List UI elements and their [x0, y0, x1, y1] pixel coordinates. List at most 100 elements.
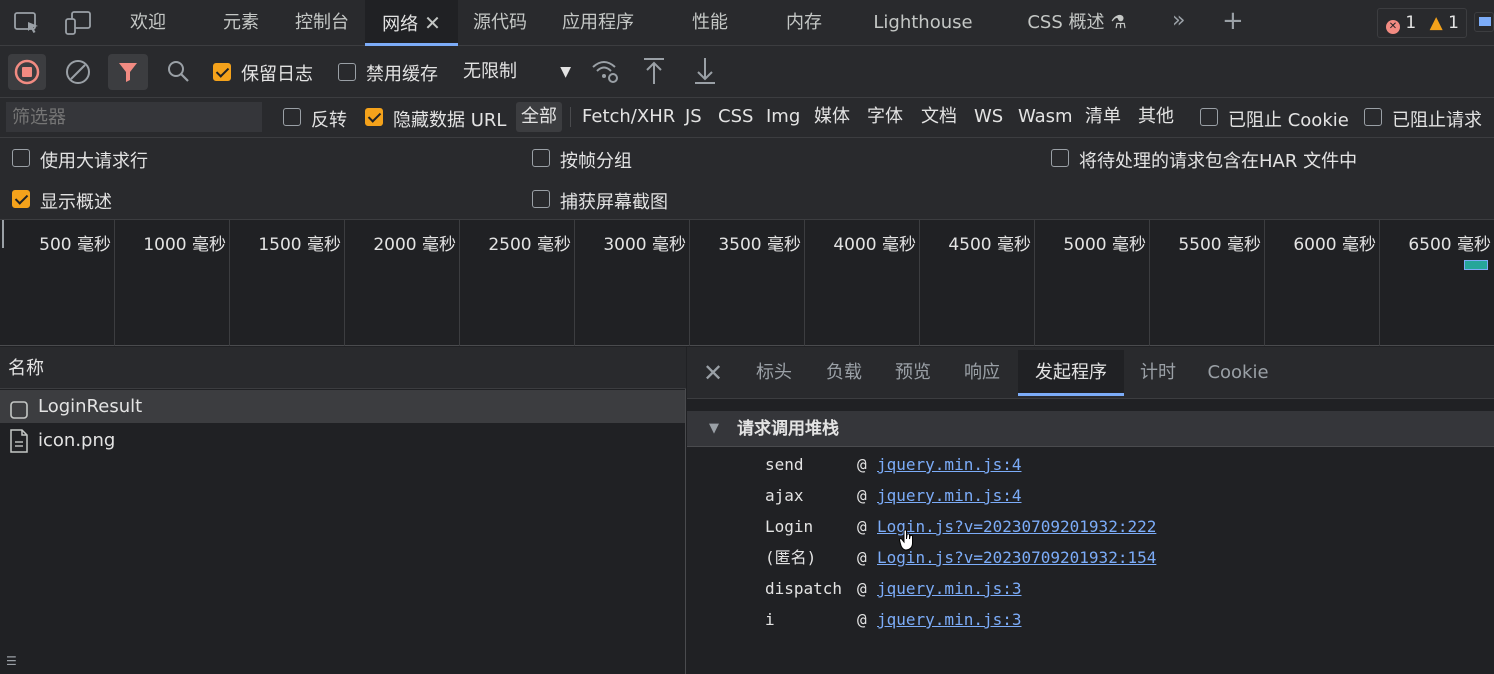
- invert-label: 反转: [311, 110, 347, 131]
- type-filter-wasm[interactable]: Wasm: [1013, 102, 1078, 132]
- blocked-cookies-label: 已阻止 Cookie: [1228, 110, 1349, 131]
- filter-toggle-button[interactable]: [108, 54, 148, 90]
- har-pending-checkbox[interactable]: [1051, 149, 1069, 167]
- type-filter-other[interactable]: 其他: [1133, 102, 1179, 132]
- timeline-tick-label: 3500 毫秒: [718, 235, 801, 255]
- export-har-icon[interactable]: [693, 56, 717, 91]
- stack-frame-source-link[interactable]: jquery.min.js:4: [877, 486, 1022, 505]
- inspect-element-icon[interactable]: [14, 11, 40, 40]
- tab-lighthouse[interactable]: Lighthouse: [866, 0, 980, 46]
- tab-elements[interactable]: 元素: [208, 0, 274, 46]
- stack-frame-source-link[interactable]: Login.js?v=20230709201932:154: [877, 548, 1156, 567]
- preserve-log-checkbox[interactable]: [213, 63, 231, 81]
- tab-memory[interactable]: 内存: [774, 0, 834, 46]
- tab-preview[interactable]: 预览: [886, 350, 940, 396]
- timeline-tick-label: 1000 毫秒: [143, 235, 226, 255]
- type-filter-doc[interactable]: 文档: [916, 102, 962, 132]
- stack-frame-function: dispatch: [765, 579, 843, 598]
- large-rows-checkbox[interactable]: [12, 149, 30, 167]
- type-filter-media[interactable]: 媒体: [809, 102, 855, 132]
- search-icon[interactable]: [166, 59, 190, 88]
- stack-frame: send @ jquery.min.js:4: [765, 449, 1022, 480]
- tab-response[interactable]: 响应: [955, 350, 1009, 396]
- close-tab-icon[interactable]: ✕: [424, 11, 441, 35]
- stack-frame-source-link[interactable]: jquery.min.js:3: [877, 579, 1022, 598]
- type-filter-img[interactable]: Img: [761, 102, 805, 132]
- stack-frame-at: @: [857, 517, 867, 536]
- timeline-overview[interactable]: 500 毫秒 1000 毫秒 1500 毫秒 2000 毫秒 2500 毫秒 3000 毫…: [0, 220, 1494, 346]
- blocked-requests-checkbox[interactable]: [1364, 108, 1382, 126]
- group-by-frame-checkbox[interactable]: [532, 149, 550, 167]
- clear-icon[interactable]: [64, 58, 92, 91]
- stack-frame-function: ajax: [765, 486, 804, 505]
- filter-bar: 反转 隐藏数据 URL 全部 Fetch/XHR JS CSS Img 媒体 字…: [0, 98, 1494, 138]
- disable-cache-checkbox[interactable]: [338, 63, 356, 81]
- device-toolbar-icon[interactable]: [64, 11, 92, 40]
- tab-headers[interactable]: 标头: [747, 350, 801, 396]
- large-rows-label: 使用大请求行: [40, 151, 148, 172]
- tab-application[interactable]: 应用程序: [555, 0, 641, 46]
- tab-timing[interactable]: 计时: [1131, 350, 1185, 396]
- more-tabs-icon[interactable]: »: [1172, 8, 1185, 33]
- tab-css-overview[interactable]: CSS 概述 ⚗: [1014, 0, 1140, 46]
- network-conditions-icon[interactable]: [590, 57, 620, 90]
- stack-frame-source-link[interactable]: jquery.min.js:3: [877, 610, 1022, 629]
- tab-initiator[interactable]: 发起程序: [1018, 350, 1124, 396]
- blocked-cookies-checkbox[interactable]: [1200, 108, 1218, 126]
- timeline-tick-label: 6500 毫秒: [1408, 235, 1491, 255]
- capture-screenshots-checkbox[interactable]: [532, 190, 550, 208]
- column-header-name[interactable]: 名称: [0, 347, 686, 389]
- type-filter-fetch-xhr[interactable]: Fetch/XHR: [577, 102, 680, 132]
- show-overview-checkbox[interactable]: [12, 190, 30, 208]
- type-filter-css[interactable]: CSS: [713, 102, 758, 132]
- type-filter-font[interactable]: 字体: [862, 102, 908, 132]
- tab-css-overview-label: CSS 概述: [1027, 12, 1105, 33]
- hide-data-url-checkbox[interactable]: [365, 108, 383, 126]
- request-name: LoginResult: [38, 396, 143, 417]
- feedback-icon[interactable]: [1474, 12, 1494, 32]
- import-har-icon[interactable]: [642, 56, 666, 91]
- stack-frame-source-link[interactable]: Login.js?v=20230709201932:222: [877, 517, 1156, 536]
- tab-network[interactable]: 网络 ✕: [365, 0, 458, 46]
- tab-cookies[interactable]: Cookie: [1201, 350, 1275, 396]
- record-stop-button[interactable]: [8, 54, 46, 90]
- tab-payload[interactable]: 负载: [817, 350, 871, 396]
- add-tab-icon[interactable]: +: [1222, 6, 1244, 36]
- network-toolbar: 保留日志 禁用缓存 无限制 ▼: [0, 46, 1494, 98]
- timeline-tick-label: 5000 毫秒: [1063, 235, 1146, 255]
- stack-frame-at: @: [857, 486, 867, 505]
- divider: [570, 107, 571, 127]
- type-filter-ws[interactable]: WS: [969, 102, 1008, 132]
- stack-frame: Login @ Login.js?v=20230709201932:222: [765, 511, 1156, 542]
- tab-console[interactable]: 控制台: [282, 0, 362, 46]
- timeline-tick-label: 2000 毫秒: [373, 235, 456, 255]
- stack-frame-source-link[interactable]: jquery.min.js:4: [877, 455, 1022, 474]
- close-details-icon[interactable]: ✕: [703, 359, 723, 387]
- call-stack-header[interactable]: ▼ 请求调用堆栈: [687, 411, 1494, 447]
- tab-welcome[interactable]: 欢迎: [116, 0, 180, 46]
- request-row-icon-png[interactable]: icon.png: [0, 424, 685, 457]
- filter-input[interactable]: [6, 102, 262, 132]
- throttling-select[interactable]: 无限制 ▼: [455, 54, 575, 90]
- type-filter-manifest[interactable]: 清单: [1080, 102, 1126, 132]
- expand-triangle-icon: ▼: [709, 421, 719, 436]
- capture-screenshots-label: 捕获屏幕截图: [560, 192, 668, 213]
- devtools-tab-bar: 欢迎 元素 控制台 网络 ✕ 源代码 应用程序 性能 内存 Lighthouse …: [0, 0, 1494, 46]
- type-filter-js[interactable]: JS: [680, 102, 707, 132]
- stack-frame-at: @: [857, 455, 867, 474]
- show-overview-label: 显示概述: [40, 192, 112, 213]
- issues-counter[interactable]: ✕ 1 ▲ 1: [1377, 8, 1467, 38]
- throttling-value: 无限制: [463, 61, 517, 82]
- request-details: ✕ 标头 负载 预览 响应 发起程序 计时 Cookie ▼ 请求调用堆栈 se…: [687, 347, 1494, 674]
- stack-frame: dispatch @ jquery.min.js:3: [765, 573, 1022, 604]
- stack-frame-at: @: [857, 610, 867, 629]
- tab-sources[interactable]: 源代码: [462, 0, 538, 46]
- stack-frame-function: Login: [765, 517, 814, 536]
- tab-performance[interactable]: 性能: [680, 0, 740, 46]
- timeline-tick-label: 5500 毫秒: [1178, 235, 1261, 255]
- error-count: 1: [1405, 13, 1417, 33]
- stack-frame: i @ jquery.min.js:3: [765, 604, 1022, 635]
- type-filter-all[interactable]: 全部: [516, 102, 562, 132]
- invert-checkbox[interactable]: [283, 108, 301, 126]
- request-row-loginresult[interactable]: LoginResult: [0, 390, 685, 423]
